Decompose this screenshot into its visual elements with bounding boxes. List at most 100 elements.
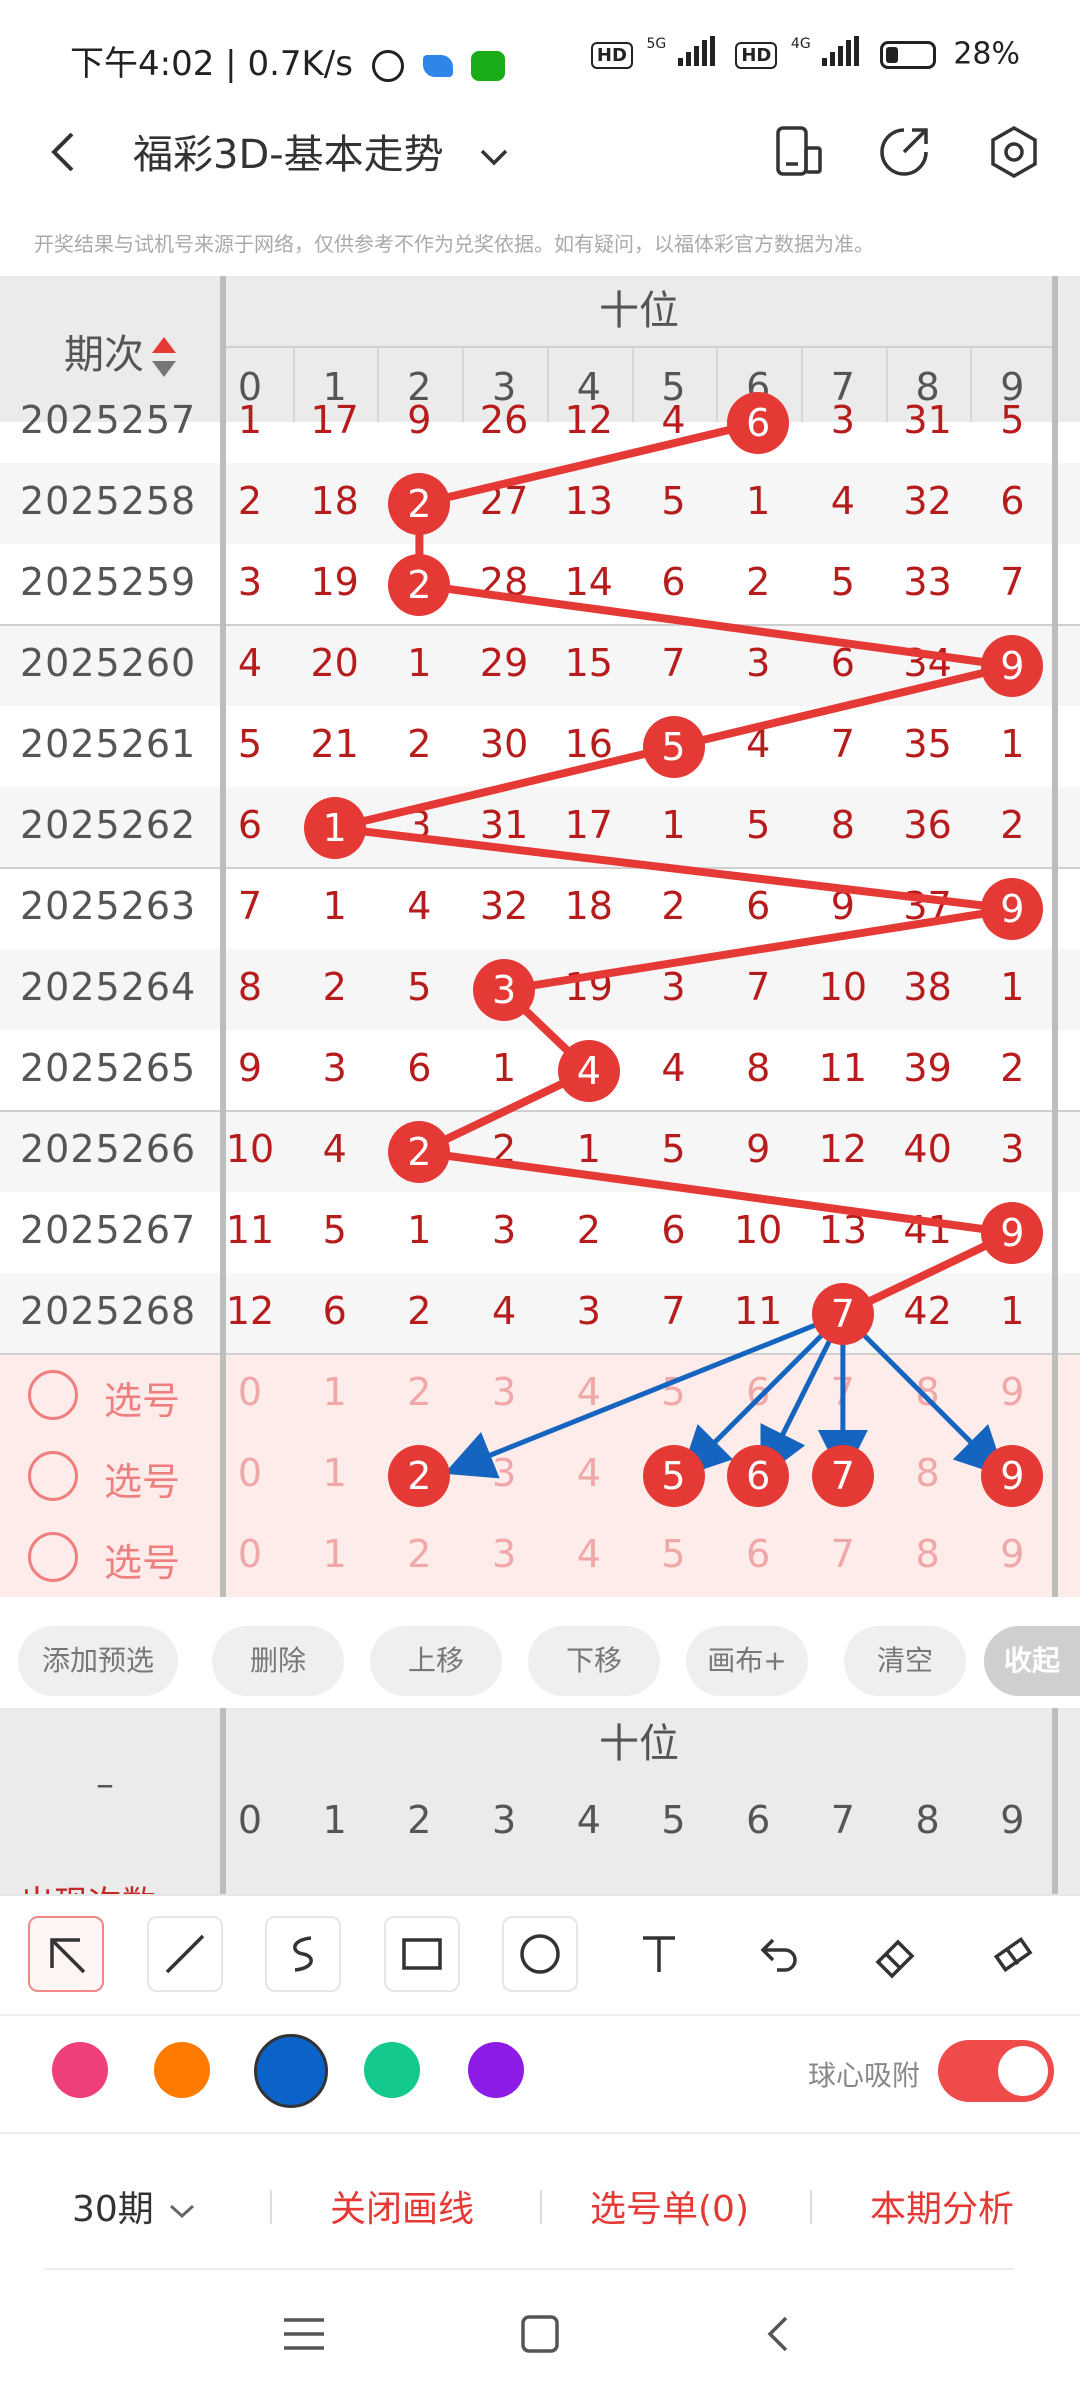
pick-radio[interactable] [28,1451,78,1501]
pick-number[interactable]: 8 [886,1532,970,1576]
miss-count: 3 [746,641,771,685]
miss-count: 7 [661,641,686,685]
page-title[interactable]: 福彩3D-基本走势 [133,122,514,180]
miss-count: 2 [492,1127,517,1171]
pick-number[interactable]: 3 [462,1451,546,1495]
hit-ball[interactable]: 1 [303,797,366,859]
pick-number[interactable]: 7 [801,1370,885,1414]
pick-number[interactable]: 3 [462,1532,546,1576]
action-button-5[interactable]: 清空 [844,1626,966,1696]
pick-number[interactable]: 2 [377,1532,461,1576]
tool-line[interactable] [146,1916,223,1992]
pick-number[interactable]: 7 [801,1532,885,1576]
hit-ball[interactable]: 9 [981,635,1044,697]
action-button-2[interactable]: 上移 [370,1626,502,1696]
tool-curve[interactable] [265,1916,341,1992]
menu-icon [284,2318,324,2350]
hit-ball[interactable]: 2 [388,1121,451,1183]
miss-count: 3 [661,965,686,1009]
close-lines-button[interactable]: 关闭画线 [330,2180,474,2232]
pick-row-label: 选号 [104,1541,181,1585]
miss-count: 39 [903,1046,952,1090]
period-header-label: 期次 [64,332,144,378]
pick-number[interactable]: 4 [547,1370,631,1414]
hit-ball[interactable]: 9 [981,1202,1044,1264]
pick-number[interactable]: 1 [293,1532,377,1576]
tool-clear-brush[interactable] [976,1916,1052,1992]
tool-undo[interactable] [739,1916,815,1992]
action-button-3[interactable]: 下移 [528,1626,660,1696]
pick-number[interactable]: 1 [293,1370,377,1414]
pick-list-button[interactable]: 选号单(0) [590,2180,749,2232]
pick-number[interactable]: 5 [632,1370,716,1414]
separator [270,2190,272,2224]
color-swatch[interactable] [254,2034,328,2108]
pick-number[interactable]: 6 [716,1532,800,1576]
period-header-cell[interactable]: 期次 [64,322,178,380]
tool-circle[interactable] [502,1916,578,1992]
tool-rectangle[interactable] [383,1916,460,1992]
miss-count: 3 [322,1046,347,1090]
tool-text[interactable] [621,1916,697,1992]
trend-table: 期次 十位 0 1 2 3 4 5 6 7 8 9 2025257 1 17 9 26 12 4 3 31 5 202525… [0,276,1080,1610]
period-selector[interactable]: 30期 [72,2180,199,2232]
color-swatch[interactable] [154,2042,210,2098]
color-swatch[interactable] [52,2042,108,2098]
hit-ball[interactable]: 2 [388,554,451,616]
tool-eraser[interactable] [858,1916,934,1992]
action-button-1[interactable]: 删除 [212,1626,344,1696]
pick-number[interactable]: 4 [547,1451,631,1495]
color-swatch[interactable] [468,2042,524,2098]
tool-pointer[interactable] [28,1916,104,1992]
wechat-icon [471,50,506,81]
hit-ball[interactable]: 5 [642,716,705,778]
pick-number[interactable]: 4 [547,1532,631,1576]
hit-ball[interactable]: 7 [811,1283,874,1345]
snap-toggle-switch[interactable] [938,2040,1054,2102]
miss-count: 4 [661,1046,686,1090]
pick-radio[interactable] [28,1532,78,1582]
miss-count: 2 [1000,1046,1025,1090]
pick-number[interactable]: 6 [716,1370,800,1414]
pick-radio[interactable] [28,1370,78,1420]
hit-ball[interactable]: 3 [473,959,536,1021]
selected-ball[interactable]: 6 [727,1445,790,1507]
miss-count: 1 [746,479,771,523]
group-separator [0,1353,1080,1355]
pick-number[interactable]: 2 [377,1370,461,1414]
pick-number[interactable]: 5 [632,1532,716,1576]
selected-ball[interactable]: 5 [642,1445,705,1507]
selected-ball[interactable]: 7 [811,1445,874,1507]
back-button[interactable] [42,122,82,186]
hit-ball[interactable]: 9 [981,878,1044,940]
battery-text: 28% [953,36,1020,72]
hit-ball[interactable]: 6 [727,392,790,454]
pick-number[interactable]: 8 [886,1370,970,1414]
pick-number[interactable]: 1 [293,1451,377,1495]
miss-count: 32 [479,884,529,928]
share-button[interactable] [876,124,932,184]
hit-ball[interactable]: 2 [388,473,451,535]
action-button-0[interactable]: 添加预选 [18,1626,178,1696]
hit-ball[interactable]: 4 [557,1040,620,1102]
action-button-4[interactable]: 画布+ [686,1626,808,1696]
pick-number[interactable]: 8 [886,1451,970,1495]
color-swatch[interactable] [364,2042,420,2098]
miss-count: 4 [407,884,432,928]
selected-ball[interactable]: 2 [388,1445,451,1507]
pick-number[interactable]: 3 [462,1370,546,1414]
stats-digit-header-0: 0 [237,1798,263,1842]
stats-left-header: – [96,1764,114,1805]
layout-toggle-button[interactable] [772,124,824,184]
miss-count: 6 [661,1208,686,1252]
selected-ball[interactable]: 9 [981,1445,1044,1507]
menu-nav-button[interactable] [282,2314,326,2358]
back-nav-button[interactable] [762,2314,792,2358]
action-button-6[interactable]: 收起 [984,1626,1080,1696]
home-nav-button[interactable] [520,2314,560,2358]
settings-button[interactable] [986,124,1042,184]
period-label: 2025262 [20,803,197,847]
pick-number[interactable]: 9 [970,1532,1054,1576]
analysis-button[interactable]: 本期分析 [870,2180,1014,2232]
pick-number[interactable]: 9 [970,1370,1054,1414]
